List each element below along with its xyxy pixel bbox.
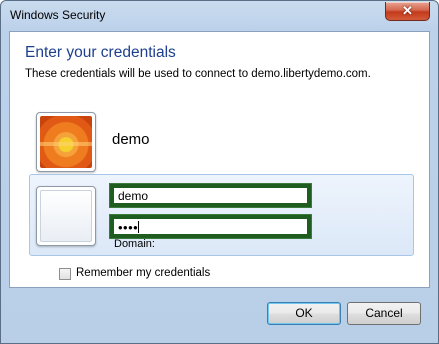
password-field[interactable]: •••• — [109, 214, 312, 239]
new-credential-tile — [36, 186, 96, 246]
username-value: demo — [118, 189, 149, 203]
close-icon: ✕ — [402, 3, 413, 18]
window-title: Windows Security — [10, 8, 106, 22]
flower-picture-icon — [40, 116, 92, 168]
title-bar[interactable]: Windows Security ✕ — [1, 1, 438, 31]
text-caret — [138, 221, 140, 233]
close-button[interactable]: ✕ — [385, 2, 430, 21]
dialog-heading: Enter your credentials — [25, 44, 176, 61]
windows-security-dialog: Windows Security ✕ Enter your credential… — [0, 0, 439, 344]
ok-button[interactable]: OK — [267, 302, 341, 325]
remember-credentials-checkbox[interactable] — [59, 268, 71, 280]
existing-user-tile[interactable] — [36, 112, 96, 172]
username-field[interactable]: demo — [109, 183, 312, 208]
domain-label: Domain: — [114, 238, 155, 250]
dialog-content: Enter your credentials These credentials… — [9, 31, 430, 288]
dialog-subtitle: These credentials will be used to connec… — [25, 68, 371, 80]
existing-user-name[interactable]: demo — [112, 131, 150, 148]
remember-credentials-label[interactable]: Remember my credentials — [76, 267, 210, 279]
blank-user-tile-icon — [40, 190, 92, 242]
password-value: •••• — [118, 220, 139, 235]
cancel-button[interactable]: Cancel — [347, 302, 421, 325]
